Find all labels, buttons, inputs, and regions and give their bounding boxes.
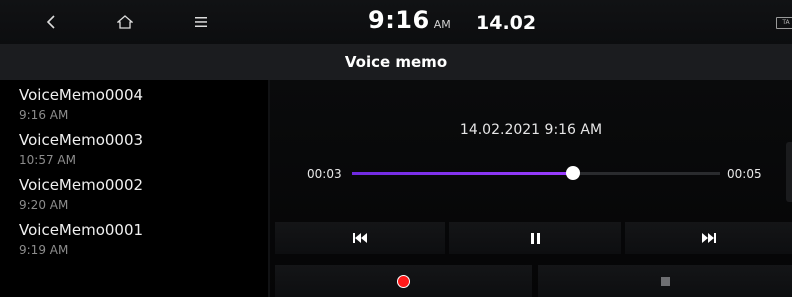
memo-time: 9:20 AM xyxy=(19,198,69,212)
pause-button[interactable] xyxy=(449,222,621,254)
memo-time: 9:19 AM xyxy=(19,243,69,257)
list-item[interactable]: VoiceMemo0004 9:16 AM xyxy=(19,86,259,132)
memo-name: VoiceMemo0001 xyxy=(19,221,144,239)
skip-previous-icon xyxy=(353,233,367,243)
previous-button[interactable] xyxy=(275,222,445,254)
status-bar: 9:16 AM 14.02 TA xyxy=(0,0,792,44)
pause-icon xyxy=(530,232,540,244)
status-clock: 9:16 AM xyxy=(368,6,451,38)
memo-name: VoiceMemo0002 xyxy=(19,176,144,194)
page-title: Voice memo xyxy=(344,53,448,71)
memo-time: 9:16 AM xyxy=(19,108,69,122)
memo-list: VoiceMemo0004 9:16 AM VoiceMemo0003 10:5… xyxy=(0,80,268,297)
clock-ampm: AM xyxy=(433,18,451,31)
list-item[interactable]: VoiceMemo0001 9:19 AM xyxy=(19,221,259,267)
record-button[interactable] xyxy=(275,265,532,297)
home-icon xyxy=(117,15,133,29)
menu-button[interactable] xyxy=(186,8,216,36)
memo-name: VoiceMemo0004 xyxy=(19,86,144,104)
voice-memo-screen: 9:16 AM 14.02 TA Voice memo VoiceMemo000… xyxy=(0,0,792,297)
progress-knob[interactable] xyxy=(565,166,580,180)
stop-icon xyxy=(660,276,670,286)
list-item[interactable]: VoiceMemo0002 9:20 AM xyxy=(19,176,259,222)
recording-datetime: 14.02.2021 9:16 AM xyxy=(459,122,603,138)
side-panel-handle[interactable] xyxy=(786,142,792,202)
next-button[interactable] xyxy=(625,222,792,254)
title-bar: Voice memo xyxy=(0,44,792,80)
memo-name: VoiceMemo0003 xyxy=(19,131,144,149)
progress-fill xyxy=(352,172,573,175)
player-panel: 14.02.2021 9:16 AM 00:03 00:05 xyxy=(270,80,792,297)
clock-time: 9:16 xyxy=(368,6,430,34)
progress-slider[interactable] xyxy=(352,166,720,180)
list-item[interactable]: VoiceMemo0003 10:57 AM xyxy=(19,131,259,177)
record-icon xyxy=(397,274,410,288)
back-button[interactable] xyxy=(36,8,66,36)
elapsed-time: 00:03 xyxy=(307,167,342,181)
skip-next-icon xyxy=(701,233,716,243)
back-arrow-icon xyxy=(46,15,55,29)
status-date: 14.02 xyxy=(476,12,537,34)
stop-button[interactable] xyxy=(538,265,792,297)
total-duration: 00:05 xyxy=(727,167,762,181)
memo-time: 10:57 AM xyxy=(19,153,76,167)
menu-icon xyxy=(195,17,207,27)
ta-badge: TA xyxy=(776,17,792,29)
home-button[interactable] xyxy=(110,8,140,36)
